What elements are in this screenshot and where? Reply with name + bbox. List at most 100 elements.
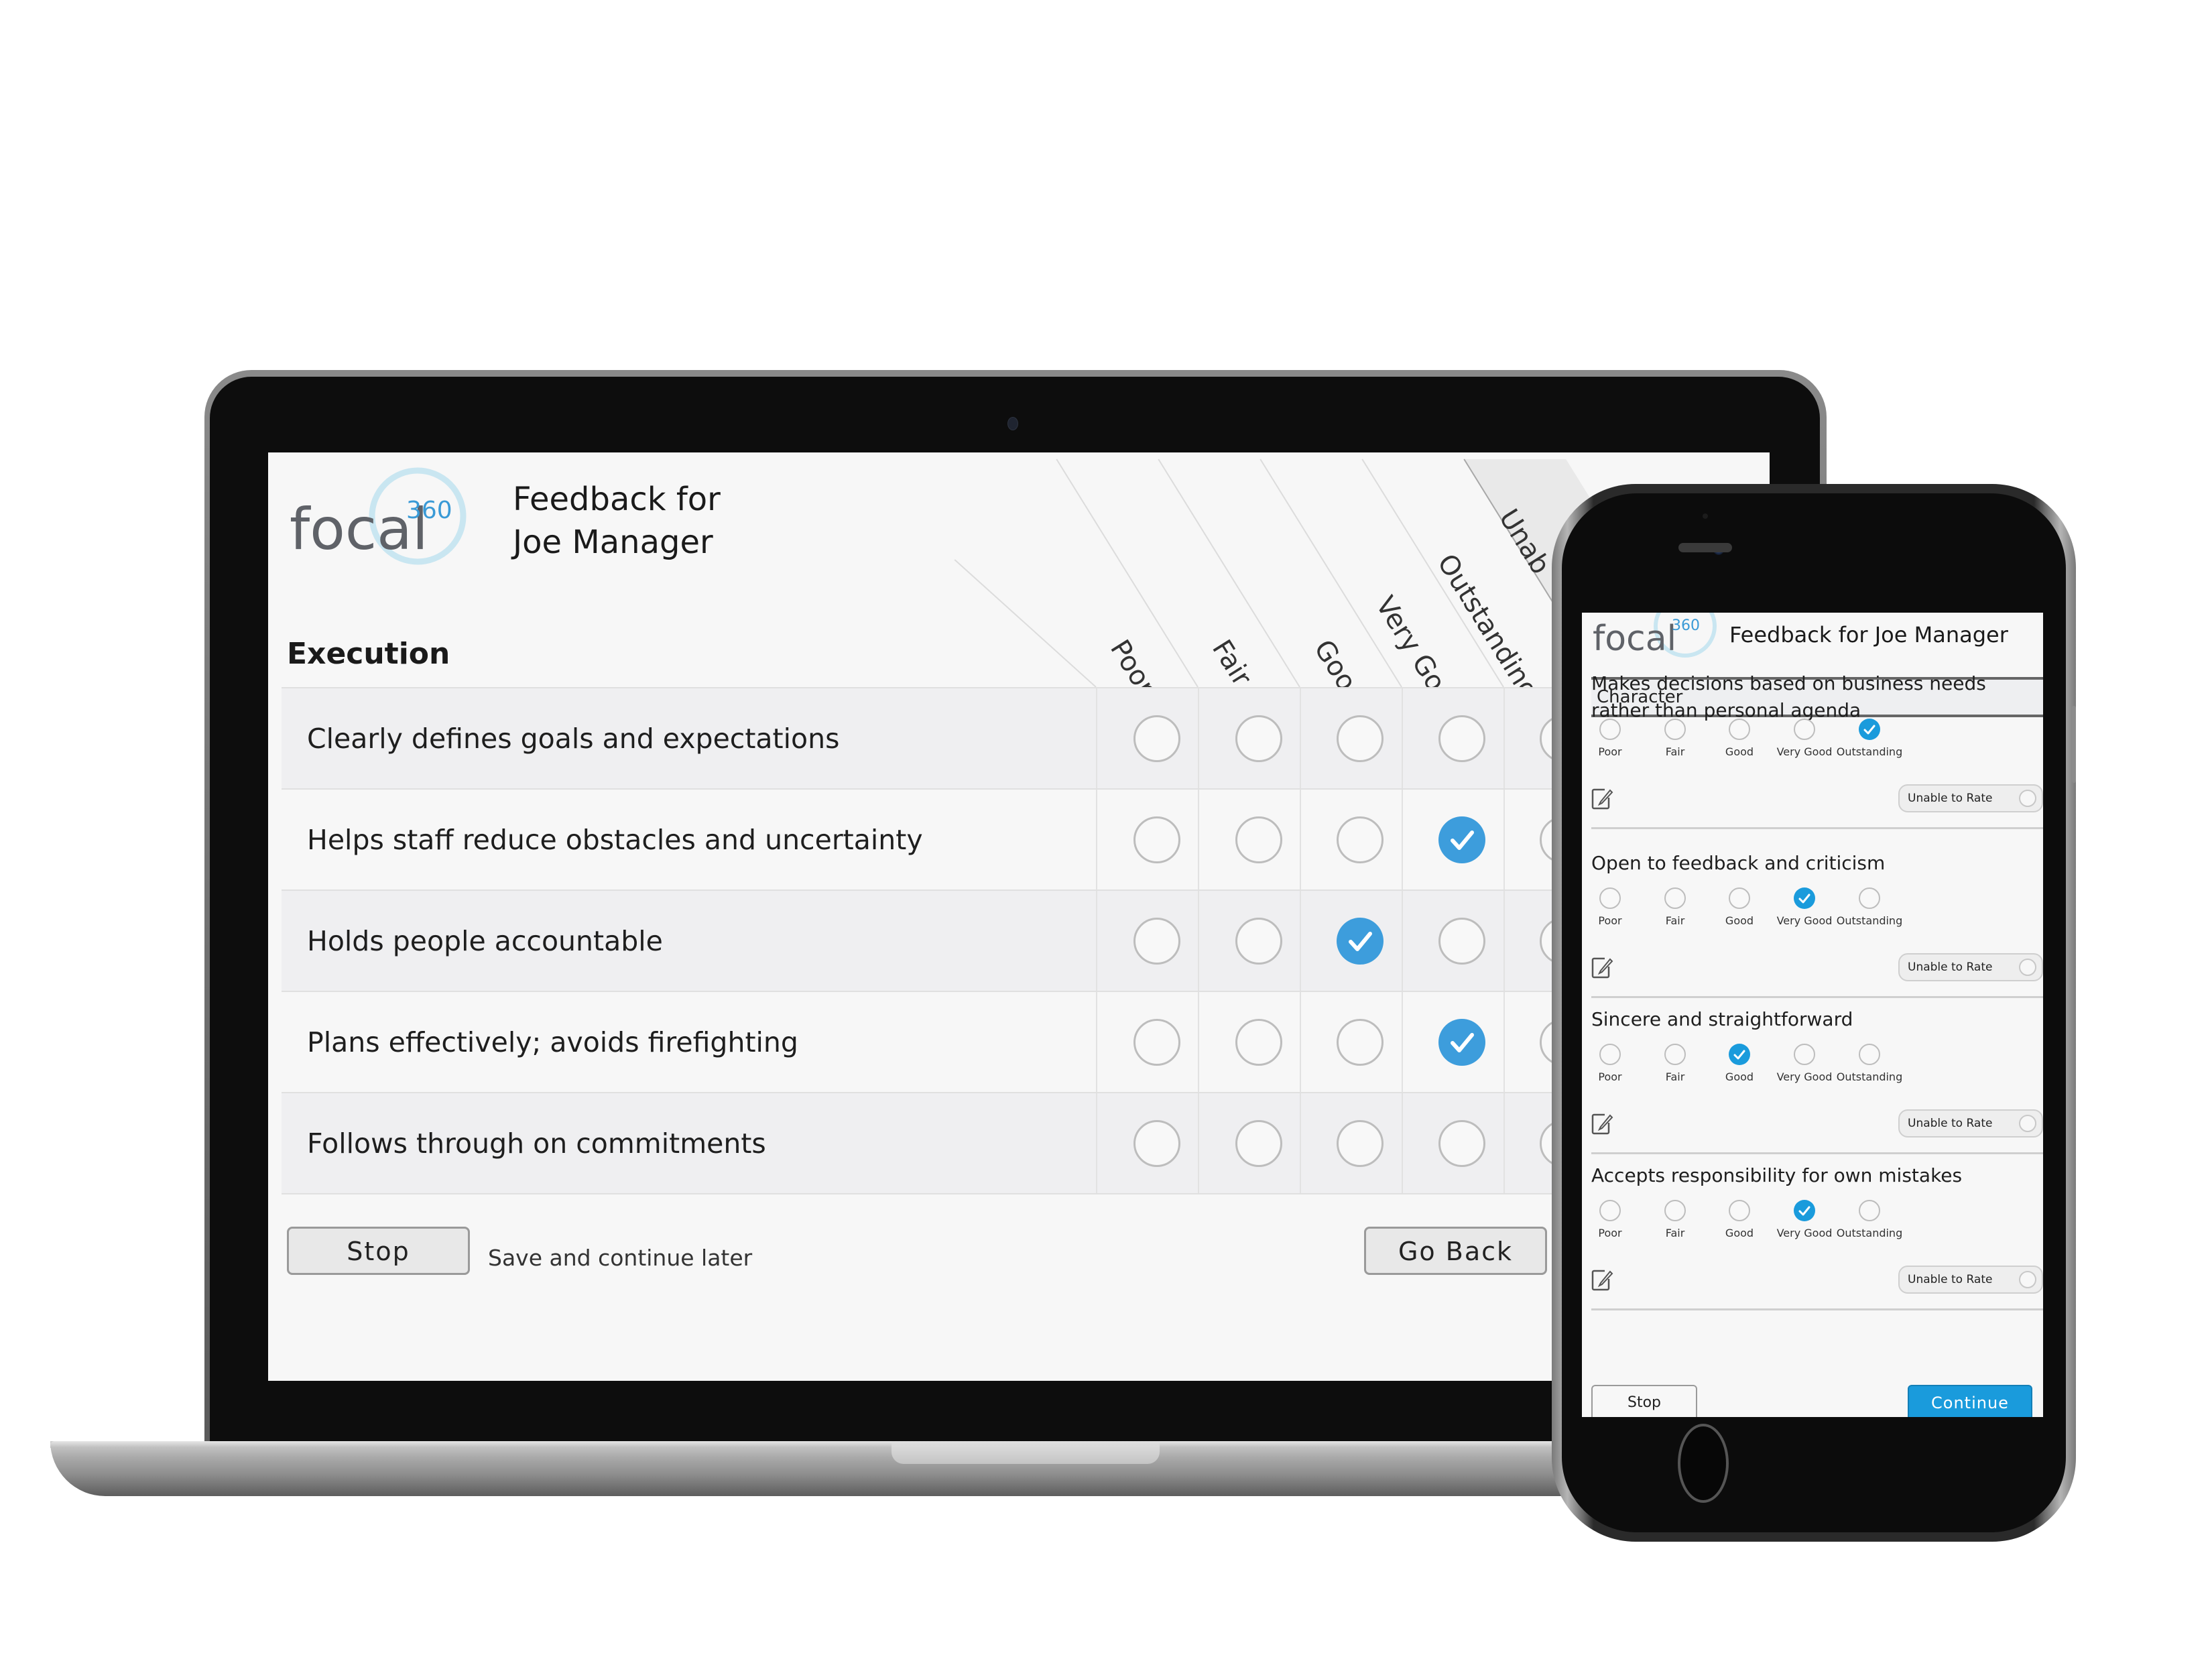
rating-radio-good[interactable] [1337,715,1384,762]
rating-radio-poor[interactable] [1599,719,1621,740]
question-label: Makes decisions based on business needs … [1591,672,1986,721]
rating-radio-poor[interactable] [1133,715,1180,762]
unable-to-rate-toggle[interactable]: Unable to Rate [1898,953,2043,981]
rating-radio-poor[interactable] [1599,1200,1621,1221]
stop-button[interactable]: Stop [1591,1385,1697,1417]
edit-comment-icon[interactable] [1591,1267,1614,1291]
rating-radio-poor[interactable] [1599,1044,1621,1065]
rating-option-label: Outstanding [1836,1070,1903,1083]
unable-to-rate-radio[interactable] [2019,1115,2036,1132]
column-header-divider [954,559,1097,688]
unable-to-rate-toggle[interactable]: Unable to Rate [1898,784,2043,812]
rating-option-label: Outstanding [1836,914,1903,927]
question-divider [1591,827,2043,829]
rating-option-label: Good [1725,1227,1754,1239]
rating-radio-poor[interactable] [1133,1019,1180,1066]
column-divider [1198,992,1199,1093]
row-label: Holds people accountable [307,925,663,957]
column-divider [1300,891,1301,991]
row-label: Plans effectively; avoids firefighting [307,1026,798,1058]
column-divider [1402,790,1403,890]
column-divider [1503,790,1505,890]
column-divider [1402,1093,1403,1194]
column-divider [1300,790,1301,890]
rating-radio-very-good[interactable] [1438,918,1485,965]
rating-radio-good[interactable] [1337,1019,1384,1066]
section-title: Execution [287,637,450,671]
edit-comment-icon[interactable] [1591,1111,1614,1135]
rating-radio-good[interactable] [1337,816,1384,863]
column-divider [1096,1093,1097,1194]
column-divider [1198,688,1199,789]
home-button[interactable] [1678,1424,1729,1503]
rating-option-label: Fair [1665,745,1685,758]
rating-radio-very-good[interactable] [1438,1019,1485,1066]
rating-radio-very-good[interactable] [1794,1200,1815,1221]
column-divider [1198,790,1199,890]
unable-to-rate-radio[interactable] [2019,959,2036,976]
rating-radio-outstanding[interactable] [1859,719,1880,740]
rating-option-label: Very Good [1776,914,1833,927]
rating-radio-outstanding[interactable] [1859,1044,1880,1065]
rating-radio-poor[interactable] [1133,1120,1180,1167]
rating-radio-fair[interactable] [1664,1044,1686,1065]
continue-button[interactable]: Continue [1908,1385,2032,1417]
rating-radio-fair[interactable] [1235,1019,1282,1066]
rating-radio-poor[interactable] [1133,918,1180,965]
rating-radio-good[interactable] [1729,1200,1750,1221]
logo-superscript: 360 [1672,617,1700,634]
rating-radio-fair[interactable] [1235,918,1282,965]
laptop-camera-icon [1007,417,1018,430]
rating-radio-fair[interactable] [1664,887,1686,909]
table-row: Plans effectively; avoids firefighting [282,991,1770,1093]
rating-radio-very-good[interactable] [1794,887,1815,909]
page-title: Feedback for Joe Manager [1729,622,2008,648]
rating-radio-very-good[interactable] [1794,1044,1815,1065]
rating-radio-good[interactable] [1337,1120,1384,1167]
rating-radio-good[interactable] [1729,719,1750,740]
rating-radio-outstanding[interactable] [1859,887,1880,909]
rating-radio-good[interactable] [1337,918,1384,965]
column-header-lines [954,458,1707,688]
phone-side-button [2072,706,2076,783]
column-divider [1096,891,1097,991]
rating-radio-good[interactable] [1729,1044,1750,1065]
rating-radio-poor[interactable] [1599,887,1621,909]
column-divider [1096,992,1097,1093]
column-divider [1503,992,1505,1093]
column-divider [1402,992,1403,1093]
edit-comment-icon[interactable] [1591,786,1614,810]
rating-option-label: Outstanding [1836,745,1903,758]
unable-to-rate-radio[interactable] [2019,790,2036,807]
row-label: Helps staff reduce obstacles and uncerta… [307,824,923,856]
question-label: Sincere and straightforward [1591,1008,1853,1030]
rating-radio-fair[interactable] [1235,816,1282,863]
rating-radio-fair[interactable] [1235,1120,1282,1167]
rating-option-label: Very Good [1776,1227,1833,1239]
column-divider [1096,688,1097,789]
rating-radio-very-good[interactable] [1438,715,1485,762]
row-label: Clearly defines goals and expectations [307,723,840,755]
rating-radio-very-good[interactable] [1438,816,1485,863]
question-label: Accepts responsibility for own mistakes [1591,1164,1963,1186]
phone-screen: focal 360 Feedback for Joe Manager Chara… [1582,613,2043,1417]
question-label: Open to feedback and criticism [1591,852,1886,874]
stop-button[interactable]: Stop [287,1227,470,1275]
rating-option-label: Fair [1665,914,1685,927]
rating-radio-poor[interactable] [1133,816,1180,863]
rating-radio-good[interactable] [1729,887,1750,909]
laptop-base-edge [50,1441,1612,1448]
rating-radio-fair[interactable] [1664,1200,1686,1221]
rating-radio-outstanding[interactable] [1859,1200,1880,1221]
edit-comment-icon[interactable] [1591,955,1614,979]
unable-to-rate-toggle[interactable]: Unable to Rate [1898,1109,2043,1138]
rating-radio-fair[interactable] [1664,719,1686,740]
rating-radio-very-good[interactable] [1794,719,1815,740]
unable-to-rate-toggle[interactable]: Unable to Rate [1898,1266,2043,1294]
column-divider [1300,688,1301,789]
rating-radio-very-good[interactable] [1438,1120,1485,1167]
table-bottom-border [282,1193,1770,1194]
go-back-button[interactable]: Go Back [1364,1227,1547,1275]
rating-radio-fair[interactable] [1235,715,1282,762]
unable-to-rate-radio[interactable] [2019,1271,2036,1288]
